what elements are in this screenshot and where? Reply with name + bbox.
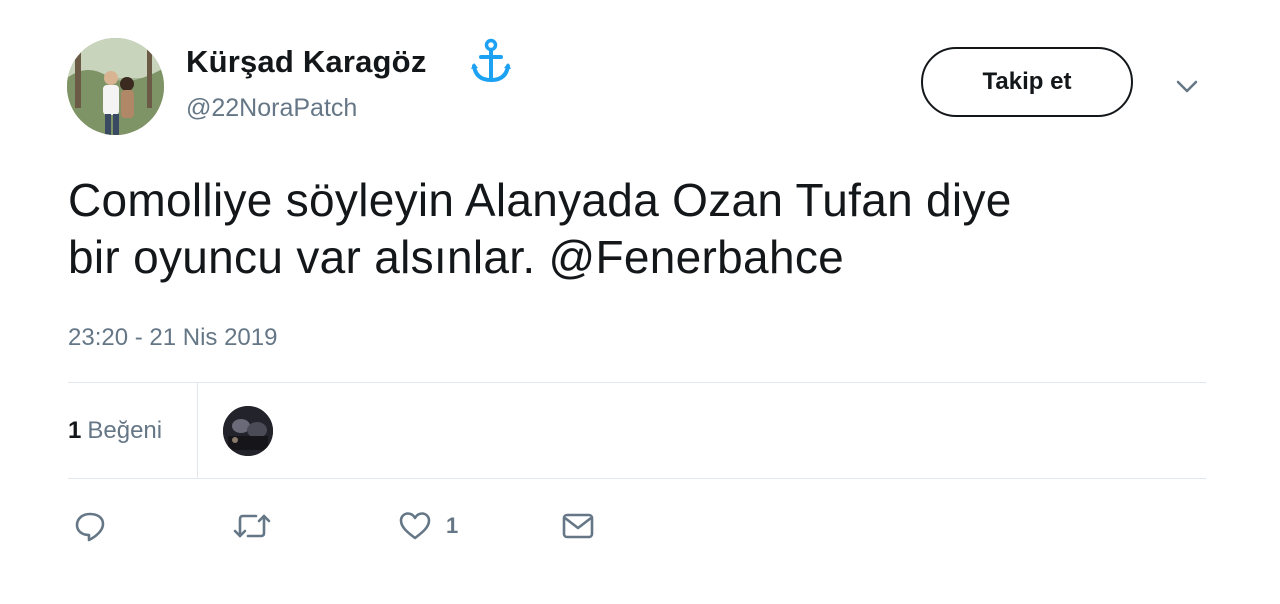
author-username[interactable]: @22NoraPatch [186, 94, 357, 123]
reply-icon [75, 512, 105, 542]
author-display-name[interactable]: Kürşad Karagöz [186, 44, 427, 80]
divider-top [68, 382, 1206, 383]
divider-bottom [68, 478, 1206, 479]
heart-icon [399, 512, 431, 540]
envelope-icon [562, 513, 594, 539]
reply-button[interactable] [74, 508, 106, 544]
like-count: 1 [446, 513, 459, 538]
likes-label: Beğeni [87, 417, 163, 444]
anchor-icon [471, 38, 511, 83]
tweet-timestamp[interactable]: 23:20 - 21 Nis 2019 [68, 324, 277, 352]
author-avatar[interactable] [67, 38, 164, 135]
likes-count: 1 [68, 417, 82, 444]
mention-link[interactable]: @Fenerbahce [549, 231, 845, 283]
stats-vertical-divider [197, 383, 198, 478]
like-button[interactable]: 1 [398, 508, 458, 544]
retweet-icon [233, 514, 271, 538]
tweet-card: Kürşad Karagöz @22NoraPatch Takip et Com… [0, 0, 1280, 604]
tweet-text-line-2: bir oyuncu var alsınlar. @Fenerbahce [68, 229, 1248, 286]
retweet-button[interactable] [232, 508, 272, 544]
follow-button[interactable]: Takip et [921, 47, 1133, 117]
chevron-down-icon[interactable] [1172, 74, 1202, 98]
liker-avatar[interactable] [223, 406, 273, 456]
direct-message-button[interactable] [561, 508, 595, 544]
tweet-text: Comolliye söyleyin Alanyada Ozan Tufan d… [68, 172, 1248, 286]
likes-stat[interactable]: 1 Beğeni [68, 417, 162, 445]
tweet-text-line-1: Comolliye söyleyin Alanyada Ozan Tufan d… [68, 174, 1012, 226]
tweet-text-line-2-prefix: bir oyuncu var alsınlar. [68, 231, 549, 283]
